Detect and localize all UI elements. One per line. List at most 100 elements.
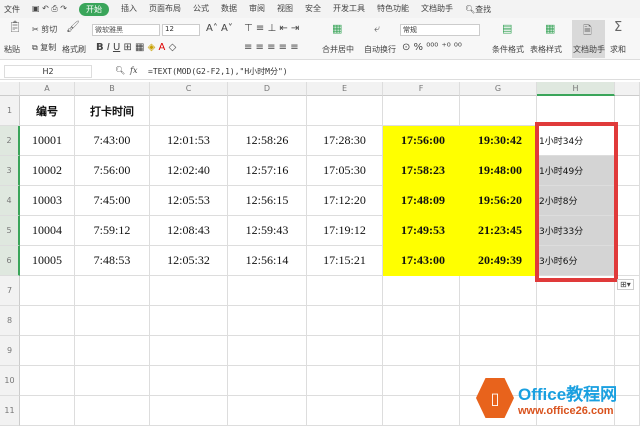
font-style-buttons[interactable]: B I U ⊞ ▦ ◈ A ◇	[96, 42, 176, 53]
table-style-button[interactable]: 表格样式	[530, 44, 562, 55]
cell[interactable]	[615, 336, 640, 366]
header-cell[interactable]	[307, 96, 383, 126]
cell[interactable]	[383, 396, 460, 426]
column-header-C[interactable]: C	[150, 82, 228, 96]
tab-0[interactable]: 开始	[79, 2, 109, 16]
data-cell[interactable]: 19:56:20	[460, 186, 537, 216]
data-cell[interactable]: 7:56:00	[75, 156, 150, 186]
tab-2[interactable]: 页面布局	[149, 3, 181, 16]
data-cell[interactable]: 12:02:40	[150, 156, 228, 186]
cell[interactable]	[615, 246, 640, 276]
cell[interactable]	[150, 396, 228, 426]
header-cell[interactable]: 编号	[20, 96, 75, 126]
data-cell[interactable]: 19:48:00	[460, 156, 537, 186]
conditional-format-button[interactable]: 条件格式	[492, 44, 524, 55]
cell[interactable]	[75, 336, 150, 366]
cell[interactable]	[383, 366, 460, 396]
cell[interactable]	[228, 336, 307, 366]
data-cell[interactable]: 10001	[20, 126, 75, 156]
data-cell[interactable]: 7:45:00	[75, 186, 150, 216]
column-header-extra[interactable]	[615, 82, 640, 96]
cell[interactable]	[228, 276, 307, 306]
tab-4[interactable]: 数据	[221, 3, 237, 16]
row-header-4[interactable]: 4	[0, 186, 20, 216]
row-header-8[interactable]: 8	[0, 306, 20, 336]
data-cell[interactable]: 12:01:53	[150, 126, 228, 156]
cell[interactable]	[537, 306, 615, 336]
row-header-5[interactable]: 5	[0, 216, 20, 246]
row-header-3[interactable]: 3	[0, 156, 20, 186]
conditional-format-icon[interactable]: ▤	[502, 22, 512, 35]
formula-input[interactable]: =TEXT(MOD(G2-F2,1),"H小时M分")	[148, 66, 288, 77]
cell[interactable]	[615, 186, 640, 216]
merge-icon[interactable]: ▦	[332, 22, 342, 35]
cell[interactable]	[150, 366, 228, 396]
cell[interactable]	[615, 216, 640, 246]
cell[interactable]	[383, 276, 460, 306]
cell[interactable]	[150, 276, 228, 306]
cell[interactable]	[383, 336, 460, 366]
cell[interactable]	[307, 396, 383, 426]
data-cell[interactable]: 19:30:42	[460, 126, 537, 156]
data-cell[interactable]: 17:19:12	[307, 216, 383, 246]
cell[interactable]	[20, 396, 75, 426]
justify-buttons[interactable]: ≡ ≡ ≡ ≡ ≡	[244, 42, 299, 53]
search-icon[interactable]: 🔍︎查找	[465, 4, 491, 15]
merge-center-button[interactable]: 合并居中	[322, 44, 354, 55]
cell[interactable]	[383, 306, 460, 336]
number-format-buttons[interactable]: ⊙ % ⁰⁰⁰ ⁺⁰ ⁰⁰	[402, 42, 462, 53]
data-cell[interactable]: 17:58:23	[383, 156, 460, 186]
column-header-F[interactable]: F	[383, 82, 460, 96]
tab-5[interactable]: 审阅	[249, 3, 265, 16]
cell[interactable]	[75, 366, 150, 396]
format-painter-icon[interactable]: 🖌︎	[66, 20, 80, 33]
cell[interactable]	[20, 306, 75, 336]
doc-helper-button[interactable]: 🗎︎ 文档助手	[572, 20, 605, 58]
data-cell[interactable]: 10005	[20, 246, 75, 276]
row-header-9[interactable]: 9	[0, 336, 20, 366]
wrap-icon[interactable]: ⤶	[374, 22, 380, 36]
zoom-icon[interactable]: 🔍︎	[115, 66, 125, 75]
file-menu[interactable]: 文件	[4, 4, 20, 15]
cell[interactable]	[460, 276, 537, 306]
sum-button[interactable]: 求和	[610, 44, 626, 55]
cut-button[interactable]: ✂ 剪切	[32, 24, 57, 35]
cell[interactable]	[20, 276, 75, 306]
search-label[interactable]: 查找	[475, 5, 491, 14]
paste-button[interactable]: 粘贴	[4, 44, 20, 55]
data-cell[interactable]: 12:58:26	[228, 126, 307, 156]
font-select[interactable]: 微软雅黑	[92, 24, 160, 36]
row-header-11[interactable]: 11	[0, 396, 20, 426]
cell[interactable]	[460, 336, 537, 366]
data-cell[interactable]: 10002	[20, 156, 75, 186]
cell[interactable]	[20, 336, 75, 366]
row-header-6[interactable]: 6	[0, 246, 20, 276]
cell[interactable]	[150, 306, 228, 336]
data-cell[interactable]: 12:56:15	[228, 186, 307, 216]
data-cell[interactable]: 17:05:30	[307, 156, 383, 186]
data-cell[interactable]: 12:05:32	[150, 246, 228, 276]
data-cell[interactable]: 17:12:20	[307, 186, 383, 216]
name-box[interactable]: H2	[4, 65, 92, 78]
data-cell[interactable]: 12:59:43	[228, 216, 307, 246]
cell[interactable]	[228, 366, 307, 396]
cell[interactable]	[307, 276, 383, 306]
cell[interactable]	[537, 336, 615, 366]
cell[interactable]	[307, 306, 383, 336]
cell[interactable]	[615, 156, 640, 186]
font-grow-shrink[interactable]: A˄ A˅	[206, 23, 233, 34]
select-all-corner[interactable]	[0, 82, 20, 96]
cell[interactable]	[20, 366, 75, 396]
header-cell[interactable]	[383, 96, 460, 126]
data-cell[interactable]: 17:49:53	[383, 216, 460, 246]
cell[interactable]	[228, 306, 307, 336]
cell[interactable]	[75, 306, 150, 336]
row-header-10[interactable]: 10	[0, 366, 20, 396]
sum-icon[interactable]: Σ	[614, 20, 622, 35]
data-cell[interactable]: 7:43:00	[75, 126, 150, 156]
data-cell[interactable]: 7:48:53	[75, 246, 150, 276]
tab-10[interactable]: 文档助手	[421, 3, 453, 16]
align-buttons[interactable]: ⊤ ≡ ⊥ ⇤ ⇥	[244, 23, 299, 34]
data-cell[interactable]: 7:59:12	[75, 216, 150, 246]
data-cell[interactable]: 12:05:53	[150, 186, 228, 216]
